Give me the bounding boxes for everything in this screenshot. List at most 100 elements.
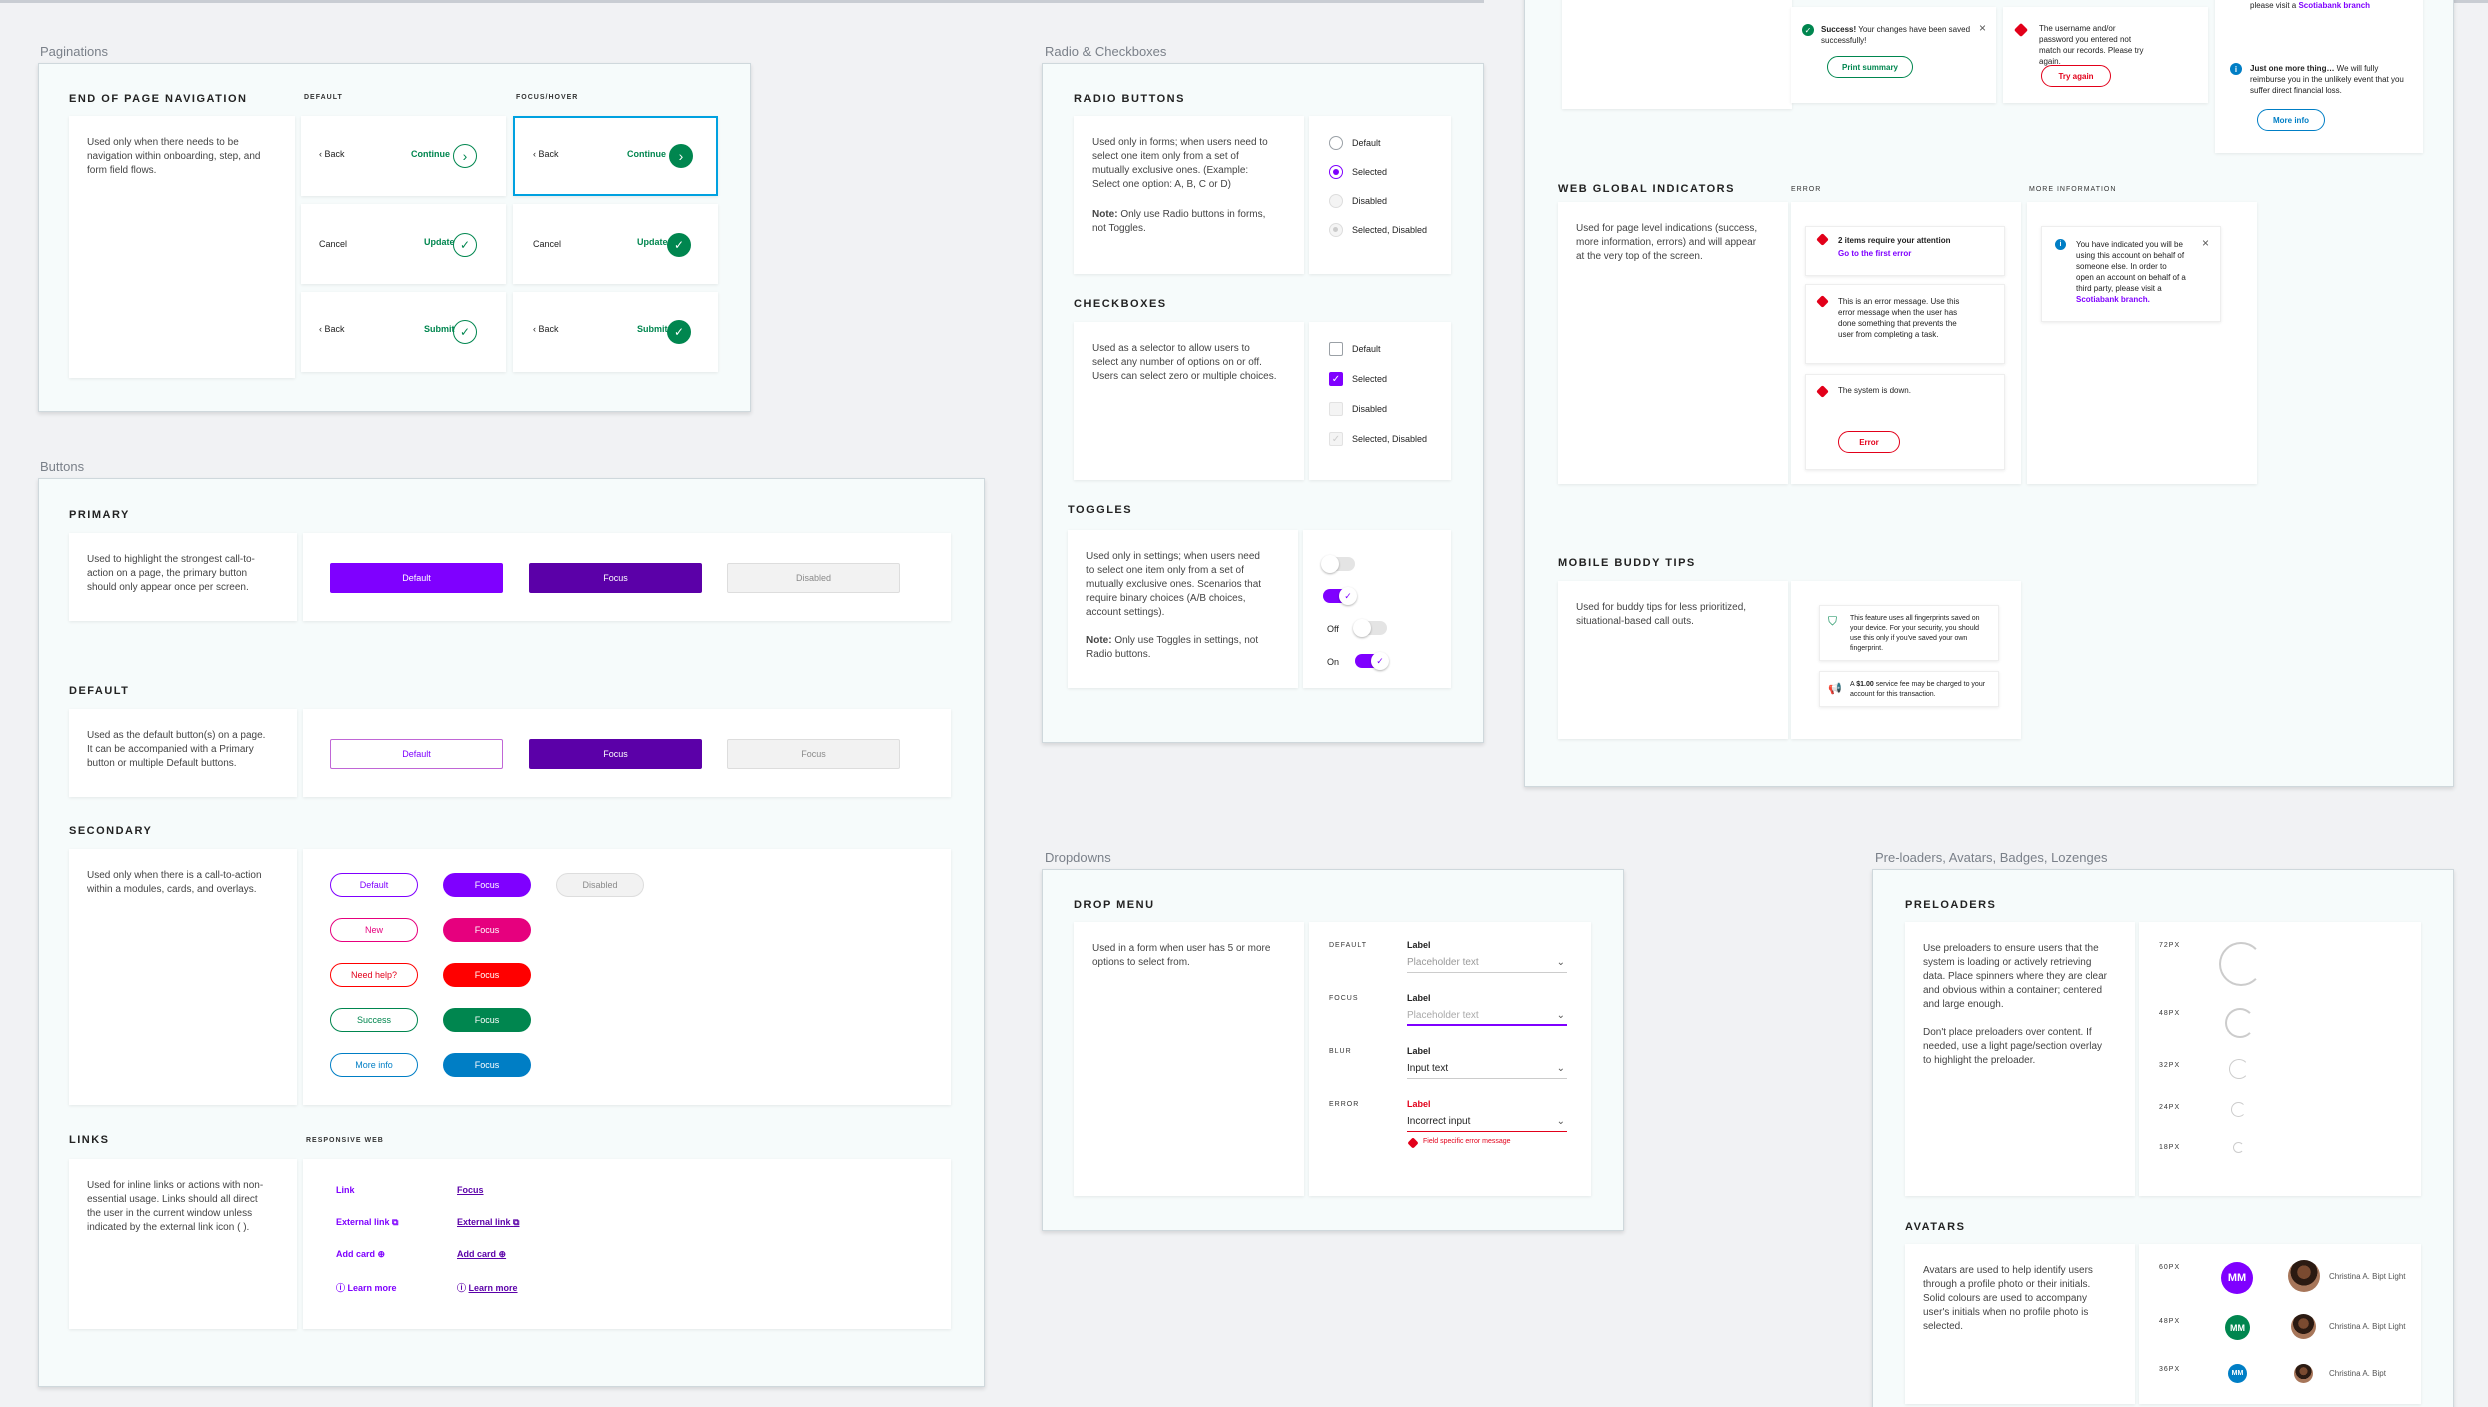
secondary-new-focus-button[interactable]: Focus	[443, 918, 531, 942]
pagination-heading: END OF PAGE NAVIGATION	[69, 93, 248, 105]
learn-more-link-focus[interactable]: ⓘ Learn more	[457, 1281, 518, 1294]
global-col-more: MORE INFORMATION	[2029, 186, 2117, 193]
update-label[interactable]: Update	[637, 237, 668, 247]
pagination-default-update: Cancel Update ✓	[301, 204, 506, 284]
link[interactable]: Link	[336, 1185, 355, 1195]
toggle-off-labeled[interactable]	[1353, 619, 1387, 637]
info-global-text: You have indicated you will be using thi…	[2076, 239, 2186, 305]
radio-options-card: Default Selected Disabled Selected, Disa…	[1309, 116, 1451, 274]
checkmark-icon[interactable]: ✓	[453, 233, 477, 257]
primary-disabled-button[interactable]: Disabled	[727, 563, 900, 593]
radio-default[interactable]	[1329, 136, 1343, 150]
submit-label[interactable]: Submit	[637, 324, 668, 334]
dropdown-desc: Used in a form when user has 5 or more o…	[1092, 943, 1271, 968]
primary-focus-button[interactable]: Focus	[529, 563, 702, 593]
dropdown-default-select[interactable]: Placeholder text ⌄	[1407, 957, 1567, 973]
fee-tip: 📢 A $1.00 service fee may be charged to …	[1819, 671, 1999, 707]
preloaders-heading: PRELOADERS	[1905, 899, 1997, 911]
back-link[interactable]: ‹ Back	[533, 324, 559, 334]
spinner-72-icon	[2219, 942, 2263, 986]
dropdown-states-card: DEFAULT Label Placeholder text ⌄ FOCUS La…	[1309, 922, 1591, 1196]
external-link-icon: ⧉	[513, 1217, 520, 1227]
secondary-success-button[interactable]: Success	[330, 1008, 418, 1032]
secondary-help-button[interactable]: Need help?	[330, 963, 418, 987]
continue-label[interactable]: Continue	[411, 149, 450, 159]
chevron-right-icon[interactable]: ›	[453, 144, 477, 168]
radio-selected-disabled-label: Selected, Disabled	[1352, 225, 1428, 235]
add-card-link-focus[interactable]: Add card ⊕	[457, 1249, 506, 1260]
update-label[interactable]: Update	[424, 237, 455, 247]
cancel-link[interactable]: Cancel	[319, 239, 347, 249]
avatar-initials-48: MM	[2225, 1315, 2250, 1340]
external-link-focus[interactable]: External link ⧉	[457, 1217, 519, 1228]
default-default-button[interactable]: Default	[330, 739, 503, 769]
radio-disabled-label: Disabled	[1352, 196, 1388, 206]
radio-selected-label: Selected	[1352, 167, 1388, 177]
scotiabank-branch-link[interactable]: Scotiabank branch.	[2076, 295, 2150, 304]
more-info-button[interactable]: More info	[2257, 109, 2325, 131]
checkbox-default[interactable]	[1329, 342, 1343, 356]
submit-label[interactable]: Submit	[424, 324, 455, 334]
avatar-photo-60	[2288, 1260, 2320, 1292]
error-alert-message: The username and/or password you entered…	[2039, 24, 2144, 66]
link-focus[interactable]: Focus	[457, 1185, 484, 1195]
pagination-desc: Used only when there needs to be navigat…	[87, 137, 261, 176]
add-card-link[interactable]: Add card ⊕	[336, 1249, 385, 1260]
secondary-more-info-button[interactable]: More info	[330, 1053, 418, 1077]
close-icon[interactable]: ×	[1979, 21, 1986, 35]
scotiabank-branch-link[interactable]: Scotiabank branch	[2298, 1, 2370, 10]
primary-default-button[interactable]: Default	[330, 563, 503, 593]
toggle-on-labeled[interactable]: ✓	[1355, 652, 1389, 670]
print-summary-button[interactable]: Print summary	[1827, 56, 1913, 78]
default-third-button[interactable]: Focus	[727, 739, 900, 769]
secondary-help-focus-button[interactable]: Focus	[443, 963, 531, 987]
back-link[interactable]: ‹ Back	[533, 149, 559, 159]
toggle-off[interactable]	[1321, 555, 1355, 573]
preloaders-desc-card: Use preloaders to ensure users that the …	[1905, 922, 2135, 1196]
default-focus-button[interactable]: Focus	[529, 739, 702, 769]
secondary-new-button[interactable]: New	[330, 918, 418, 942]
back-link[interactable]: ‹ Back	[319, 324, 345, 334]
radio-selected[interactable]	[1329, 165, 1343, 179]
pagination-focus-submit: ‹ Back Submit ✓	[513, 292, 718, 372]
close-icon[interactable]: ×	[2202, 236, 2209, 250]
global-error-card: 2 items require your attention Go to the…	[1791, 202, 2021, 484]
checkmark-icon[interactable]: ✓	[667, 233, 691, 257]
dropdown-state-default: DEFAULT	[1329, 942, 1367, 949]
radio-disabled[interactable]	[1329, 194, 1343, 208]
alerts-desc-card	[1562, 0, 1792, 109]
external-link[interactable]: External link ⧉	[336, 1217, 398, 1228]
checkmark-icon[interactable]: ✓	[453, 320, 477, 344]
error-icon	[1407, 1137, 1419, 1149]
add-circle-icon: ⊕	[377, 1249, 386, 1259]
chevron-right-icon[interactable]: ›	[669, 144, 693, 168]
secondary-success-focus-button[interactable]: Focus	[443, 1008, 531, 1032]
success-message: Success! Your changes have been saved su…	[1821, 24, 1971, 46]
cancel-link[interactable]: Cancel	[533, 239, 561, 249]
secondary-disabled-button[interactable]: Disabled	[556, 873, 644, 897]
checkbox-disabled[interactable]	[1329, 402, 1343, 416]
checkbox-selected[interactable]: ✓	[1329, 372, 1343, 386]
buddy-heading: MOBILE BUDDY TIPS	[1558, 557, 1696, 569]
dropdown-blur-select[interactable]: Input text ⌄	[1407, 1063, 1567, 1079]
try-again-button[interactable]: Try again	[2041, 65, 2111, 87]
back-link[interactable]: ‹ Back	[319, 149, 345, 159]
first-error-link[interactable]: Go to the first error	[1838, 249, 1911, 258]
dropdown-placeholder: Placeholder text	[1407, 957, 1479, 968]
secondary-default-button[interactable]: Default	[330, 873, 418, 897]
global-desc-card: Used for page level indications (success…	[1558, 202, 1788, 484]
checkmark-icon[interactable]: ✓	[667, 320, 691, 344]
global-desc: Used for page level indications (success…	[1576, 223, 1758, 262]
dropdown-error-select[interactable]: Incorrect input ⌄	[1407, 1116, 1567, 1132]
continue-label[interactable]: Continue	[627, 149, 666, 159]
secondary-more-info-focus-button[interactable]: Focus	[443, 1053, 531, 1077]
checkbox-selected-disabled[interactable]: ✓	[1329, 432, 1343, 446]
error-button[interactable]: Error	[1838, 431, 1900, 453]
preloaders-desc-2: Don't place preloaders over content. If …	[1923, 1027, 2103, 1066]
toggle-on[interactable]: ✓	[1323, 587, 1357, 605]
dropdown-focus-select[interactable]: Placeholder text ⌄	[1407, 1010, 1567, 1026]
pagination-focus-update: Cancel Update ✓	[513, 204, 718, 284]
learn-more-link[interactable]: ⓘ Learn more	[336, 1281, 397, 1294]
secondary-default-focus-button[interactable]: Focus	[443, 873, 531, 897]
radio-selected-disabled[interactable]	[1329, 223, 1343, 237]
